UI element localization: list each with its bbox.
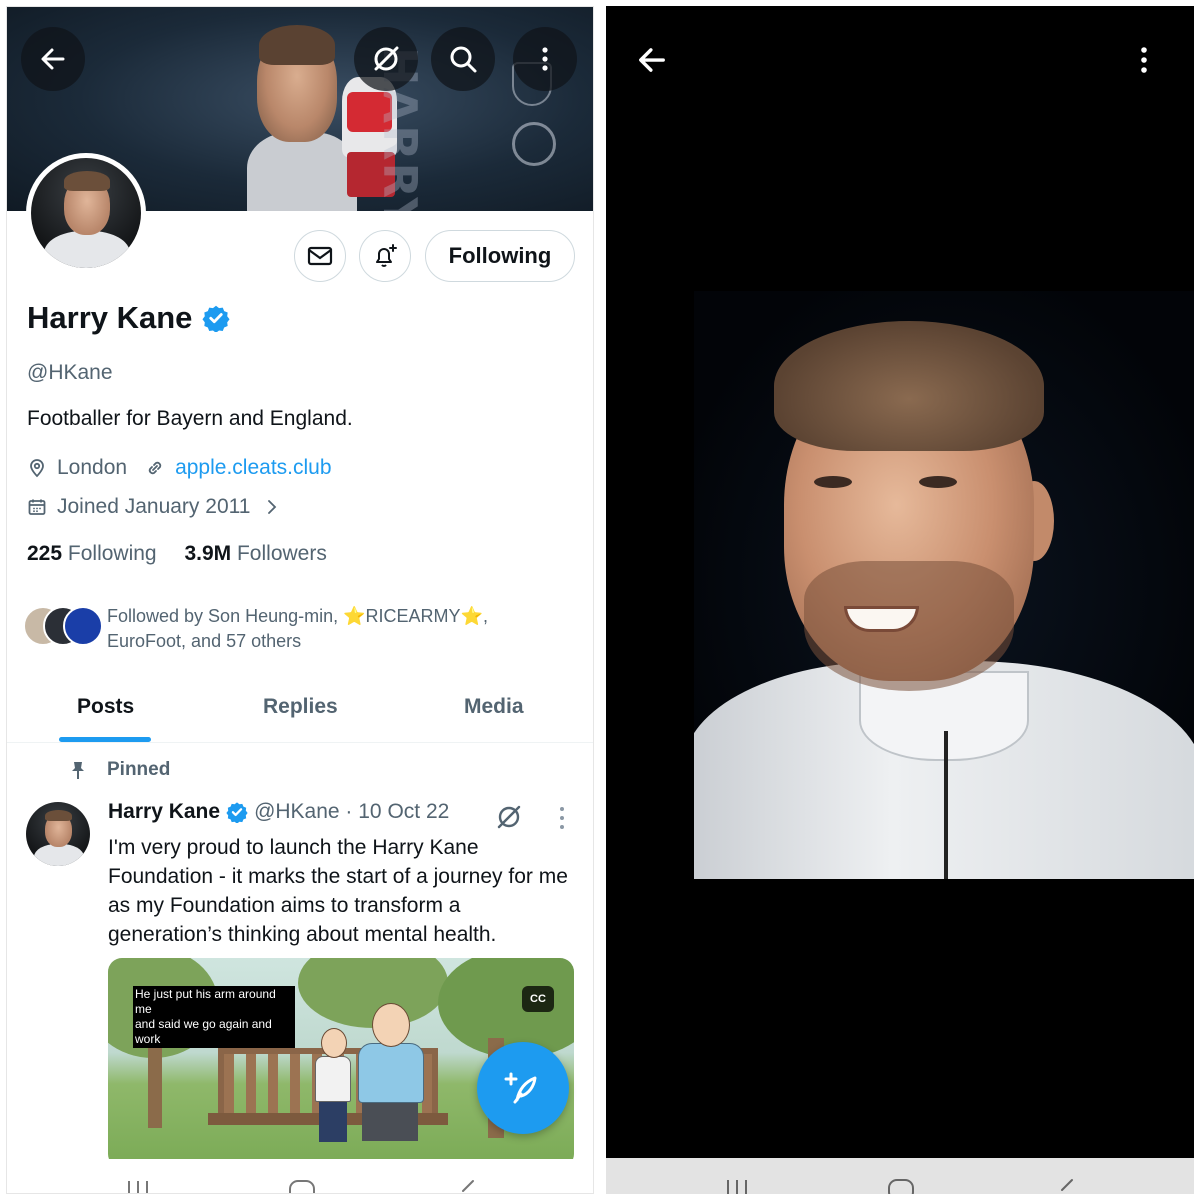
profile-joined: Joined January 2011 [57,495,251,518]
more-vertical-icon [542,47,548,71]
banner-jacket [247,132,357,211]
search-icon [450,46,477,73]
followers-count-link[interactable]: 3.9M Followers [184,542,326,565]
arrow-left-icon[interactable] [634,42,670,78]
back-nav-icon[interactable] [1054,1176,1080,1194]
tweet-header: Harry Kane @HKane · 10 Oct 22 [108,800,449,824]
profile-website-link[interactable]: apple.cleats.club [175,456,331,480]
bell-plus-icon [376,244,397,267]
system-nav-bar [7,1159,593,1194]
profile-counts: 225 Following 3.9M Followers [27,542,327,566]
active-tab-indicator [59,737,151,742]
profile-meta-location-row: London apple.cleats.club [27,456,332,480]
system-nav-bar [606,1158,1194,1194]
photo-hair [774,321,1044,451]
profile-photo-fullsize[interactable] [694,291,1194,879]
profile-name-text: Harry Kane [27,300,193,335]
video-caption-line2: and said we go again and work [135,1017,272,1046]
profile-screen: HARRY KANE Following Harry Kane @HKane F… [6,6,594,1194]
grok-icon[interactable] [495,803,523,831]
following-label: Following [67,542,157,565]
calendar-icon [28,499,46,515]
followed-by-text[interactable]: Followed by Son Heung-min, ⭐RICEARMY⭐, E… [107,604,527,654]
following-button[interactable]: Following [425,230,575,282]
compose-feather-icon [504,1072,537,1104]
followers-label: Followers [236,542,327,565]
pinned-label-row: Pinned [67,759,170,781]
profile-tabs: Posts Replies Media [7,687,593,743]
closed-captions-button[interactable]: CC [522,986,554,1012]
message-button[interactable] [294,230,346,282]
video-caption: He just put his arm around me and said w… [133,986,295,1048]
profile-bio: Footballer for Bayern and England. [27,407,353,430]
profile-location: London [57,456,128,479]
video-adult-figure [358,1003,428,1141]
grok-icon [374,46,399,71]
tweet-handle-date: @HKane · 10 Oct 22 [254,800,450,823]
tab-replies[interactable]: Replies [263,695,338,719]
followers-count: 3.9M [184,542,232,565]
recent-apps-icon[interactable] [724,1176,750,1194]
envelope-icon [307,246,333,266]
video-caption-line1: He just put his arm around me [135,987,276,1016]
tweet-avatar[interactable] [26,802,90,866]
tweet-text: I'm very proud to launch the Harry Kane … [108,836,568,946]
profile-name: Harry Kane [27,300,230,336]
home-icon[interactable] [287,1177,317,1194]
profile-handle: @HKane [27,361,113,384]
recent-apps-icon[interactable] [125,1177,151,1194]
profile-joined-row[interactable]: Joined January 2011 [27,495,282,519]
following-count: 225 [27,542,63,565]
followed-by-line1: Followed by Son Heung-min, ⭐RICEARMY⭐, [107,606,488,626]
verified-badge-icon [226,802,248,823]
tab-media[interactable]: Media [464,695,524,719]
home-icon[interactable] [886,1176,916,1194]
bayern-crest [512,122,556,166]
photo-zip [944,731,948,879]
video-child-figure [313,1028,353,1142]
map-pin-icon [30,459,44,478]
photo-eye [814,476,852,488]
notifications-button[interactable] [359,230,411,282]
verified-badge-icon[interactable] [202,304,230,332]
more-button[interactable] [513,27,577,91]
more-vertical-icon[interactable] [1128,42,1160,78]
photo-viewer-screen [606,6,1194,1194]
more-vertical-icon[interactable] [555,805,569,831]
search-button[interactable] [431,27,495,91]
following-count-link[interactable]: 225 Following [27,542,157,565]
pin-icon [72,762,84,779]
video-tree-trunk [148,1038,162,1128]
pinned-label: Pinned [107,759,171,780]
back-button[interactable] [21,27,85,91]
arrow-left-icon [41,48,65,70]
followed-by-line2: EuroFoot, and 57 others [107,631,302,651]
compose-button[interactable] [477,1042,569,1134]
tab-posts[interactable]: Posts [77,695,134,719]
followed-by-avatars[interactable] [23,604,103,648]
link-icon [148,461,162,475]
photo-eye [919,476,957,488]
chevron-right-icon [268,500,277,514]
grok-button[interactable] [354,27,418,91]
back-nav-icon[interactable] [455,1177,481,1194]
banner-hair [259,25,335,65]
profile-avatar[interactable] [26,153,146,273]
tweet-author-name[interactable]: Harry Kane [108,800,220,824]
follower-avatar [63,606,103,646]
